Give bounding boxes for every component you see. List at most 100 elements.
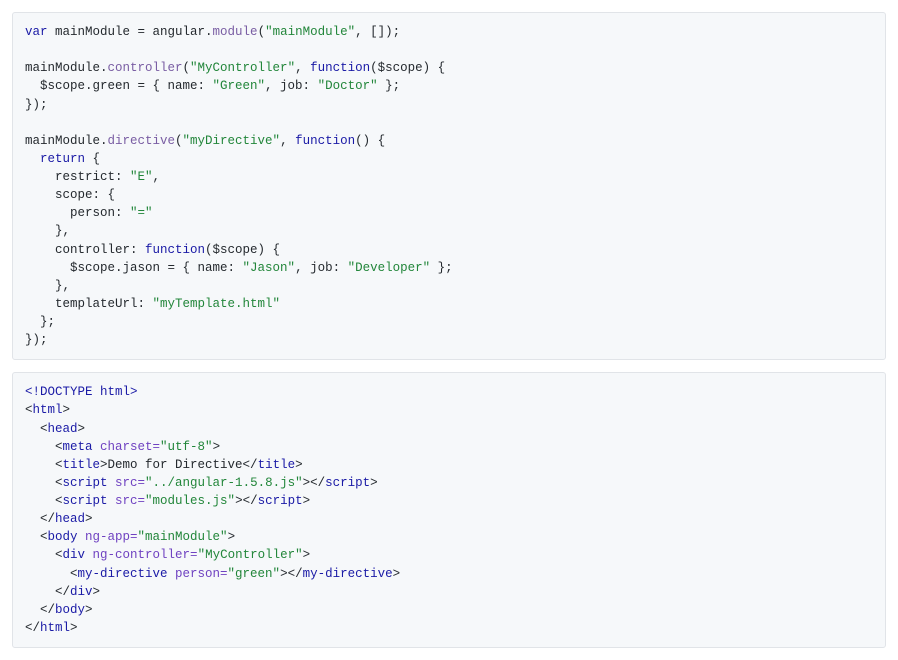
code-token: , bbox=[280, 134, 295, 148]
code-token: , bbox=[153, 170, 161, 184]
code-token: my-directive bbox=[303, 567, 393, 581]
code-token: , []); bbox=[355, 25, 400, 39]
code-token: > bbox=[393, 567, 401, 581]
code-token: return bbox=[40, 152, 85, 166]
code-token: head bbox=[48, 422, 78, 436]
code-token: body bbox=[55, 603, 85, 617]
code-token: "modules.js" bbox=[145, 494, 235, 508]
code-token: , job: bbox=[265, 79, 318, 93]
code-token: < bbox=[25, 530, 48, 544]
code-token: mainModule = angular. bbox=[48, 25, 213, 39]
code-token: head bbox=[55, 512, 85, 526]
code-token: "Jason" bbox=[243, 261, 296, 275]
code-token: "myDirective" bbox=[183, 134, 281, 148]
code-token: "mainModule" bbox=[138, 530, 228, 544]
code-token: script bbox=[63, 494, 108, 508]
code-token: script bbox=[258, 494, 303, 508]
code-token: > bbox=[93, 585, 101, 599]
code-token: < bbox=[25, 440, 63, 454]
code-token: $scope.green = { name: bbox=[25, 79, 213, 93]
code-token: module bbox=[213, 25, 258, 39]
code-token: < bbox=[25, 403, 33, 417]
code-token: < bbox=[25, 548, 63, 562]
code-token: mainModule. bbox=[25, 134, 108, 148]
code-token: ( bbox=[175, 134, 183, 148]
code-token: }, bbox=[25, 279, 70, 293]
code-token: ng-controller= bbox=[85, 548, 198, 562]
code-token: ng-app= bbox=[78, 530, 138, 544]
code-token: </ bbox=[25, 621, 40, 635]
code-token: person= bbox=[168, 567, 228, 581]
code-token: </ bbox=[25, 603, 55, 617]
code-token: person: bbox=[25, 206, 130, 220]
code-token: "utf-8" bbox=[160, 440, 213, 454]
code-token: }; bbox=[378, 79, 401, 93]
code-token: meta bbox=[63, 440, 93, 454]
code-token: my-directive bbox=[78, 567, 168, 581]
code-block-html: <!DOCTYPE html> <html> <head> <meta char… bbox=[12, 372, 886, 648]
code-token: "myTemplate.html" bbox=[153, 297, 281, 311]
code-token: > bbox=[85, 512, 93, 526]
code-token: () { bbox=[355, 134, 385, 148]
code-token: "=" bbox=[130, 206, 153, 220]
code-token: html bbox=[40, 621, 70, 635]
code-token: > bbox=[70, 621, 78, 635]
code-token: > bbox=[228, 530, 236, 544]
code-token: > bbox=[303, 494, 311, 508]
code-token: <!DOCTYPE html> bbox=[25, 385, 138, 399]
code-token: restrict: bbox=[25, 170, 130, 184]
code-token: ></ bbox=[303, 476, 326, 490]
code-token: ></ bbox=[235, 494, 258, 508]
code-token: }, bbox=[25, 224, 70, 238]
code-token: var bbox=[25, 25, 48, 39]
code-token: "E" bbox=[130, 170, 153, 184]
code-token: "Doctor" bbox=[318, 79, 378, 93]
code-token: $scope.jason = { name: bbox=[25, 261, 243, 275]
code-token: "MyController" bbox=[198, 548, 303, 562]
code-token: "green" bbox=[228, 567, 281, 581]
code-token: div bbox=[63, 548, 86, 562]
code-token: src= bbox=[108, 494, 146, 508]
code-token: > bbox=[85, 603, 93, 617]
code-token bbox=[25, 152, 40, 166]
code-token: > bbox=[370, 476, 378, 490]
code-token: div bbox=[70, 585, 93, 599]
code-token: < bbox=[25, 458, 63, 472]
code-token: script bbox=[63, 476, 108, 490]
code-token: controller: bbox=[25, 243, 145, 257]
code-token: script bbox=[325, 476, 370, 490]
code-token: "../angular-1.5.8.js" bbox=[145, 476, 303, 490]
code-token: > bbox=[213, 440, 221, 454]
code-token: }); bbox=[25, 333, 48, 347]
code-token: html bbox=[33, 403, 63, 417]
code-token: function bbox=[310, 61, 370, 75]
code-token: ($scope) { bbox=[370, 61, 445, 75]
code-token: "Developer" bbox=[348, 261, 431, 275]
code-token: }); bbox=[25, 98, 48, 112]
code-token: >Demo for Directive</ bbox=[100, 458, 258, 472]
code-token: mainModule. bbox=[25, 61, 108, 75]
code-token: function bbox=[295, 134, 355, 148]
code-token: ($scope) { bbox=[205, 243, 280, 257]
code-token: title bbox=[63, 458, 101, 472]
code-token: < bbox=[25, 476, 63, 490]
code-token: ( bbox=[183, 61, 191, 75]
code-token: "Green" bbox=[213, 79, 266, 93]
code-token: > bbox=[63, 403, 71, 417]
code-token: > bbox=[303, 548, 311, 562]
code-token: controller bbox=[108, 61, 183, 75]
code-token: ( bbox=[258, 25, 266, 39]
code-token: function bbox=[145, 243, 205, 257]
code-token: </ bbox=[25, 512, 55, 526]
code-token: "mainModule" bbox=[265, 25, 355, 39]
code-token: { bbox=[85, 152, 100, 166]
code-token: > bbox=[78, 422, 86, 436]
code-token: < bbox=[25, 422, 48, 436]
code-block-js: var mainModule = angular.module("mainMod… bbox=[12, 12, 886, 360]
code-token: body bbox=[48, 530, 78, 544]
code-token: }; bbox=[430, 261, 453, 275]
code-token: , bbox=[295, 61, 310, 75]
code-token: src= bbox=[108, 476, 146, 490]
code-token: > bbox=[295, 458, 303, 472]
code-token: templateUrl: bbox=[25, 297, 153, 311]
